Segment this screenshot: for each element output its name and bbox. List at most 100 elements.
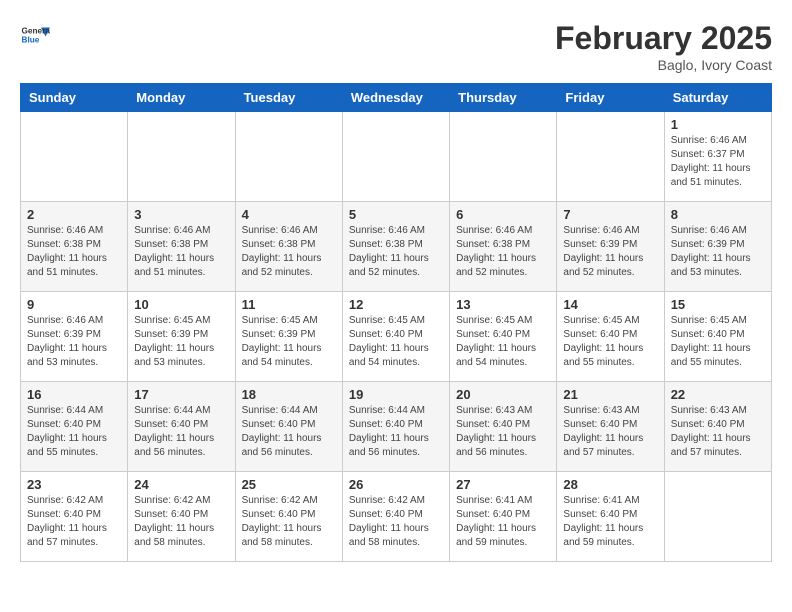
calendar-cell: 2 Sunrise: 6:46 AM Sunset: 6:38 PM Daylig…	[21, 202, 128, 292]
day-number: 10	[134, 297, 228, 312]
title-area: February 2025 Baglo, Ivory Coast	[555, 20, 772, 73]
day-info: Sunrise: 6:46 AM Sunset: 6:38 PM Dayligh…	[134, 224, 228, 280]
calendar-week-row: 1 Sunrise: 6:46 AM Sunset: 6:37 PM Daylig…	[21, 112, 772, 202]
calendar-cell: 4 Sunrise: 6:46 AM Sunset: 6:38 PM Daylig…	[235, 202, 342, 292]
day-number: 3	[134, 207, 228, 222]
day-info: Sunrise: 6:42 AM Sunset: 6:40 PM Dayligh…	[134, 494, 228, 550]
calendar-cell: 1 Sunrise: 6:46 AM Sunset: 6:37 PM Daylig…	[664, 112, 771, 202]
day-info: Sunrise: 6:43 AM Sunset: 6:40 PM Dayligh…	[671, 404, 765, 460]
calendar-cell: 22 Sunrise: 6:43 AM Sunset: 6:40 PM Dayli…	[664, 382, 771, 472]
day-info: Sunrise: 6:43 AM Sunset: 6:40 PM Dayligh…	[563, 404, 657, 460]
day-info: Sunrise: 6:46 AM Sunset: 6:39 PM Dayligh…	[27, 314, 121, 370]
day-number: 7	[563, 207, 657, 222]
calendar-table: SundayMondayTuesdayWednesdayThursdayFrid…	[20, 83, 772, 562]
calendar-cell: 3 Sunrise: 6:46 AM Sunset: 6:38 PM Daylig…	[128, 202, 235, 292]
calendar-cell: 24Sunrise: 6:42 AM Sunset: 6:40 PM Dayli…	[128, 472, 235, 562]
day-number: 22	[671, 387, 765, 402]
day-info: Sunrise: 6:46 AM Sunset: 6:39 PM Dayligh…	[671, 224, 765, 280]
calendar-cell: 8 Sunrise: 6:46 AM Sunset: 6:39 PM Daylig…	[664, 202, 771, 292]
calendar-cell: 5Sunrise: 6:46 AM Sunset: 6:38 PM Daylig…	[342, 202, 449, 292]
weekday-header-thursday: Thursday	[450, 84, 557, 112]
day-number: 25	[242, 477, 336, 492]
svg-text:General: General	[22, 27, 51, 36]
calendar-cell: 6Sunrise: 6:46 AM Sunset: 6:38 PM Daylig…	[450, 202, 557, 292]
day-number: 20	[456, 387, 550, 402]
day-info: Sunrise: 6:44 AM Sunset: 6:40 PM Dayligh…	[242, 404, 336, 460]
calendar-body: 1 Sunrise: 6:46 AM Sunset: 6:37 PM Daylig…	[21, 112, 772, 562]
logo: General Blue	[20, 20, 54, 50]
calendar-cell: 11 Sunrise: 6:45 AM Sunset: 6:39 PM Dayli…	[235, 292, 342, 382]
calendar-cell: 15 Sunrise: 6:45 AM Sunset: 6:40 PM Dayli…	[664, 292, 771, 382]
day-info: Sunrise: 6:45 AM Sunset: 6:40 PM Dayligh…	[349, 314, 443, 370]
weekday-header-saturday: Saturday	[664, 84, 771, 112]
day-info: Sunrise: 6:42 AM Sunset: 6:40 PM Dayligh…	[27, 494, 121, 550]
day-number: 5	[349, 207, 443, 222]
calendar-cell: 12 Sunrise: 6:45 AM Sunset: 6:40 PM Dayli…	[342, 292, 449, 382]
day-info: Sunrise: 6:42 AM Sunset: 6:40 PM Dayligh…	[242, 494, 336, 550]
calendar-cell: 13 Sunrise: 6:45 AM Sunset: 6:40 PM Dayli…	[450, 292, 557, 382]
day-info: Sunrise: 6:41 AM Sunset: 6:40 PM Dayligh…	[563, 494, 657, 550]
location-subtitle: Baglo, Ivory Coast	[555, 57, 772, 73]
calendar-cell	[557, 112, 664, 202]
calendar-week-row: 9 Sunrise: 6:46 AM Sunset: 6:39 PM Daylig…	[21, 292, 772, 382]
day-info: Sunrise: 6:46 AM Sunset: 6:38 PM Dayligh…	[456, 224, 550, 280]
day-number: 9	[27, 297, 121, 312]
calendar-cell: 20 Sunrise: 6:43 AM Sunset: 6:40 PM Dayli…	[450, 382, 557, 472]
day-number: 13	[456, 297, 550, 312]
calendar-cell: 17Sunrise: 6:44 AM Sunset: 6:40 PM Dayli…	[128, 382, 235, 472]
day-number: 19	[349, 387, 443, 402]
weekday-header-sunday: Sunday	[21, 84, 128, 112]
calendar-cell: 9 Sunrise: 6:46 AM Sunset: 6:39 PM Daylig…	[21, 292, 128, 382]
month-title: February 2025	[555, 20, 772, 57]
day-number: 23	[27, 477, 121, 492]
calendar-cell: 26Sunrise: 6:42 AM Sunset: 6:40 PM Dayli…	[342, 472, 449, 562]
day-number: 14	[563, 297, 657, 312]
calendar-cell	[664, 472, 771, 562]
day-info: Sunrise: 6:43 AM Sunset: 6:40 PM Dayligh…	[456, 404, 550, 460]
calendar-cell	[235, 112, 342, 202]
day-number: 27	[456, 477, 550, 492]
calendar-header-row: SundayMondayTuesdayWednesdayThursdayFrid…	[21, 84, 772, 112]
day-info: Sunrise: 6:44 AM Sunset: 6:40 PM Dayligh…	[349, 404, 443, 460]
calendar-cell: 16 Sunrise: 6:44 AM Sunset: 6:40 PM Dayli…	[21, 382, 128, 472]
calendar-cell: 10Sunrise: 6:45 AM Sunset: 6:39 PM Dayli…	[128, 292, 235, 382]
day-info: Sunrise: 6:45 AM Sunset: 6:40 PM Dayligh…	[563, 314, 657, 370]
day-number: 2	[27, 207, 121, 222]
day-number: 12	[349, 297, 443, 312]
calendar-week-row: 23 Sunrise: 6:42 AM Sunset: 6:40 PM Dayli…	[21, 472, 772, 562]
calendar-cell: 21 Sunrise: 6:43 AM Sunset: 6:40 PM Dayli…	[557, 382, 664, 472]
day-number: 28	[563, 477, 657, 492]
day-number: 8	[671, 207, 765, 222]
day-number: 1	[671, 117, 765, 132]
weekday-header-monday: Monday	[128, 84, 235, 112]
logo-icon: General Blue	[20, 20, 50, 50]
calendar-cell: 25 Sunrise: 6:42 AM Sunset: 6:40 PM Dayli…	[235, 472, 342, 562]
calendar-cell: 18 Sunrise: 6:44 AM Sunset: 6:40 PM Dayli…	[235, 382, 342, 472]
day-info: Sunrise: 6:46 AM Sunset: 6:37 PM Dayligh…	[671, 134, 765, 190]
svg-text:Blue: Blue	[22, 36, 40, 45]
day-info: Sunrise: 6:44 AM Sunset: 6:40 PM Dayligh…	[27, 404, 121, 460]
weekday-header-friday: Friday	[557, 84, 664, 112]
day-number: 11	[242, 297, 336, 312]
day-info: Sunrise: 6:41 AM Sunset: 6:40 PM Dayligh…	[456, 494, 550, 550]
day-info: Sunrise: 6:46 AM Sunset: 6:38 PM Dayligh…	[27, 224, 121, 280]
page-header: General Blue February 2025 Baglo, Ivory …	[20, 20, 772, 73]
calendar-cell: 14 Sunrise: 6:45 AM Sunset: 6:40 PM Dayli…	[557, 292, 664, 382]
day-number: 15	[671, 297, 765, 312]
day-info: Sunrise: 6:45 AM Sunset: 6:39 PM Dayligh…	[242, 314, 336, 370]
day-number: 16	[27, 387, 121, 402]
calendar-cell: 27 Sunrise: 6:41 AM Sunset: 6:40 PM Dayli…	[450, 472, 557, 562]
day-info: Sunrise: 6:46 AM Sunset: 6:38 PM Dayligh…	[242, 224, 336, 280]
calendar-cell: 19 Sunrise: 6:44 AM Sunset: 6:40 PM Dayli…	[342, 382, 449, 472]
day-info: Sunrise: 6:44 AM Sunset: 6:40 PM Dayligh…	[134, 404, 228, 460]
calendar-cell	[450, 112, 557, 202]
day-info: Sunrise: 6:45 AM Sunset: 6:40 PM Dayligh…	[456, 314, 550, 370]
day-number: 21	[563, 387, 657, 402]
calendar-week-row: 16 Sunrise: 6:44 AM Sunset: 6:40 PM Dayli…	[21, 382, 772, 472]
day-number: 18	[242, 387, 336, 402]
day-info: Sunrise: 6:45 AM Sunset: 6:40 PM Dayligh…	[671, 314, 765, 370]
day-number: 4	[242, 207, 336, 222]
weekday-header-tuesday: Tuesday	[235, 84, 342, 112]
calendar-cell	[21, 112, 128, 202]
day-number: 26	[349, 477, 443, 492]
